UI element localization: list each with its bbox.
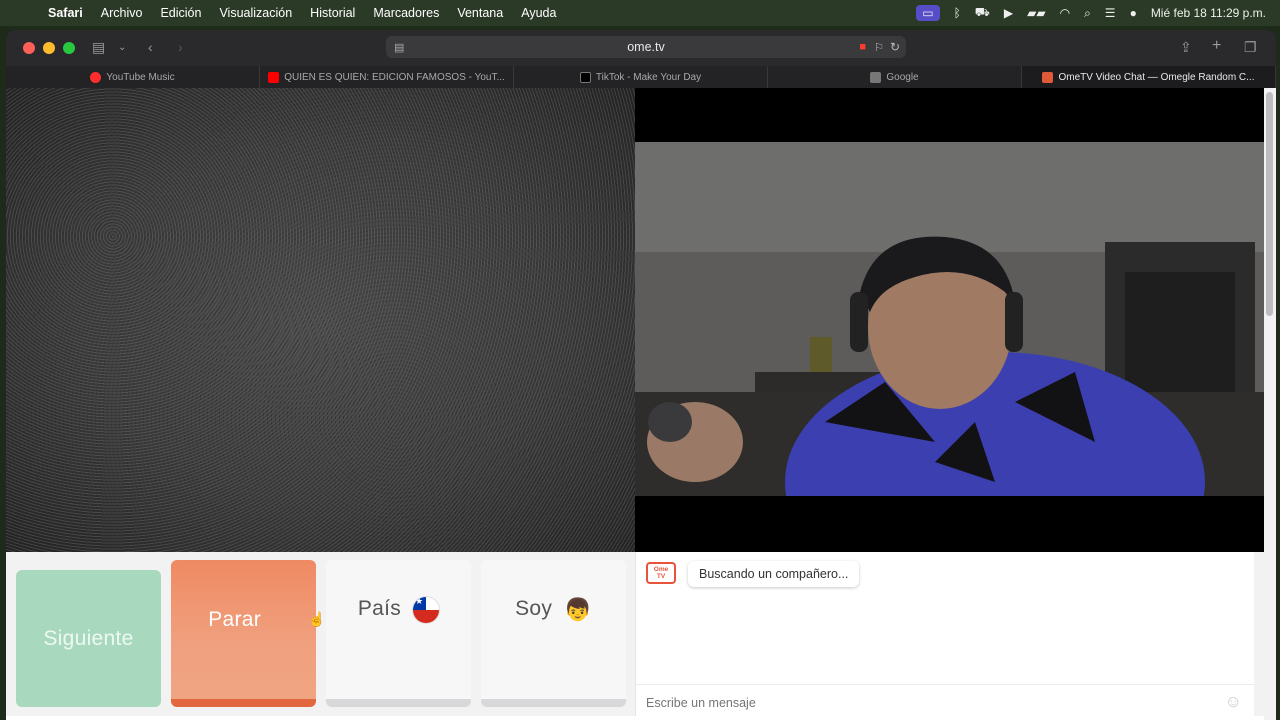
page-menu-icon[interactable]: ▤	[394, 41, 404, 54]
reload-icon[interactable]: ↻	[890, 40, 900, 54]
sidebar-toggle-icon[interactable]: ▤	[92, 39, 105, 56]
tiktok-icon	[579, 71, 591, 83]
ometv-logo: Ome TV	[646, 562, 676, 584]
ometv-icon	[1042, 71, 1054, 83]
menu-item-ventana[interactable]: Ventana	[457, 6, 503, 20]
battery-icon[interactable]: ▰▰	[1027, 6, 1045, 20]
tab-overview-icon[interactable]: ❐	[1244, 39, 1257, 56]
chile-flag-icon	[413, 596, 440, 623]
bluetooth-icon[interactable]: ᛒ	[954, 6, 961, 20]
ometv-page: Siguiente Parar ☝ País Soy 👦 Ome TV	[6, 88, 1276, 720]
tab-google[interactable]: Google	[768, 66, 1022, 88]
scrollbar-thumb[interactable]	[1266, 92, 1273, 316]
youtube-music-icon	[90, 71, 102, 83]
wifi-icon[interactable]: ◠	[1060, 6, 1070, 20]
page-bottom-strip	[6, 716, 1264, 720]
tab-title: Google	[886, 71, 919, 83]
menu-item-marcadores[interactable]: Marcadores	[373, 6, 439, 20]
tab-bar: YouTube Music QUIÉN ES QUIÉN: EDICIÓN FA…	[6, 66, 1276, 88]
back-arrow-icon[interactable]: ‹	[148, 39, 153, 55]
car-icon[interactable]: ⛟	[975, 5, 990, 21]
country-button[interactable]: País	[326, 560, 471, 707]
stop-button-label: Parar	[208, 607, 262, 631]
tab-title: OmeTV Video Chat — Omegle Random C...	[1058, 71, 1255, 83]
emoji-picker-icon[interactable]: ☺	[1225, 692, 1242, 712]
close-window-button[interactable]	[23, 42, 35, 54]
message-input[interactable]	[636, 684, 1254, 720]
screen-mirroring-icon[interactable]: ▭	[916, 5, 940, 21]
hand-cursor-icon: ☝	[308, 611, 326, 627]
gender-button-label: Soy	[515, 597, 553, 621]
camera-person-image	[635, 142, 1264, 496]
address-bar[interactable]: ▤ ome.tv ■ ⚐ ↻	[386, 36, 906, 58]
status-message: Buscando un compañero...	[699, 567, 849, 581]
menubar-status-area: ▭ ᛒ ⛟ ▶ ▰▰ ◠ ⌕ ☰ ● Mié feb 18 11:29 p.m.	[916, 0, 1266, 26]
menubar-clock[interactable]: Mié feb 18 11:29 p.m.	[1151, 6, 1266, 20]
safari-window: ▤ ⌄ ‹ › ▤ ome.tv ■ ⚐ ↻ ⇪ + ❐ YouTube Mus…	[6, 30, 1276, 720]
google-icon	[870, 71, 882, 83]
camera-frame	[635, 142, 1264, 496]
gender-button[interactable]: Soy 👦	[481, 560, 626, 707]
menu-item-edicion[interactable]: Edición	[160, 6, 201, 20]
page-scrollbar[interactable]	[1264, 88, 1276, 720]
address-bar-url: ome.tv	[627, 40, 665, 54]
camera-in-use-icon[interactable]: ■	[859, 41, 866, 53]
stop-button[interactable]: Parar ☝	[171, 560, 326, 707]
tab-ometv[interactable]: OmeTV Video Chat — Omegle Random C...	[1022, 66, 1276, 88]
tab-title: QUIÉN ES QUIÉN: EDICIÓN FAMOSOS - YouT..…	[284, 71, 505, 83]
translate-icon[interactable]: ⚐	[874, 41, 884, 54]
tab-youtube-quien-es-quien[interactable]: QUIÉN ES QUIÉN: EDICIÓN FAMOSOS - YouT..…	[260, 66, 514, 88]
static-noise	[6, 88, 635, 552]
self-camera-video	[635, 88, 1264, 552]
browser-toolbar: ▤ ⌄ ‹ › ▤ ome.tv ■ ⚐ ↻ ⇪ + ❐	[6, 30, 1276, 66]
chat-controls: Siguiente Parar ☝ País Soy 👦	[6, 552, 635, 720]
next-button-label: Siguiente	[43, 626, 134, 650]
share-icon[interactable]: ⇪	[1180, 39, 1192, 56]
search-icon[interactable]: ⌕	[1084, 6, 1091, 21]
gender-button-content: Soy 👦	[515, 597, 592, 633]
menu-item-historial[interactable]: Historial	[310, 6, 355, 20]
tab-youtube-music[interactable]: YouTube Music	[6, 66, 260, 88]
new-tab-icon[interactable]: +	[1212, 37, 1221, 55]
logo-line-2: TV	[656, 573, 666, 580]
chevron-down-icon[interactable]: ⌄	[118, 42, 126, 53]
country-button-content: País	[358, 596, 440, 633]
tab-title: YouTube Music	[106, 71, 175, 83]
window-controls	[23, 42, 75, 54]
menu-app-name[interactable]: Safari	[48, 6, 83, 20]
partner-video-static	[6, 88, 635, 552]
play-icon[interactable]: ▶	[1004, 6, 1013, 20]
menu-item-archivo[interactable]: Archivo	[101, 6, 143, 20]
control-center-icon[interactable]: ☰	[1105, 6, 1116, 20]
logo-line-1: Ome	[653, 566, 669, 573]
next-button[interactable]: Siguiente	[16, 570, 161, 707]
maximize-window-button[interactable]	[63, 42, 75, 54]
youtube-icon	[268, 71, 280, 83]
menu-item-ayuda[interactable]: Ayuda	[521, 6, 556, 20]
chat-panel: Ome TV Buscando un compañero... ☺	[635, 552, 1254, 720]
boy-face-icon: 👦	[564, 596, 592, 622]
tab-title: TikTok - Make Your Day	[595, 71, 702, 83]
siri-icon[interactable]: ●	[1130, 6, 1137, 20]
minimize-window-button[interactable]	[43, 42, 55, 54]
tab-tiktok[interactable]: TikTok - Make Your Day	[514, 66, 768, 88]
menu-item-visualizacion[interactable]: Visualización	[219, 6, 292, 20]
macos-menu-bar: Safari Archivo Edición Visualización His…	[0, 0, 1280, 26]
country-button-label: País	[357, 597, 402, 621]
forward-arrow-icon[interactable]: ›	[178, 39, 183, 55]
status-message-bubble: Buscando un compañero...	[688, 561, 860, 587]
